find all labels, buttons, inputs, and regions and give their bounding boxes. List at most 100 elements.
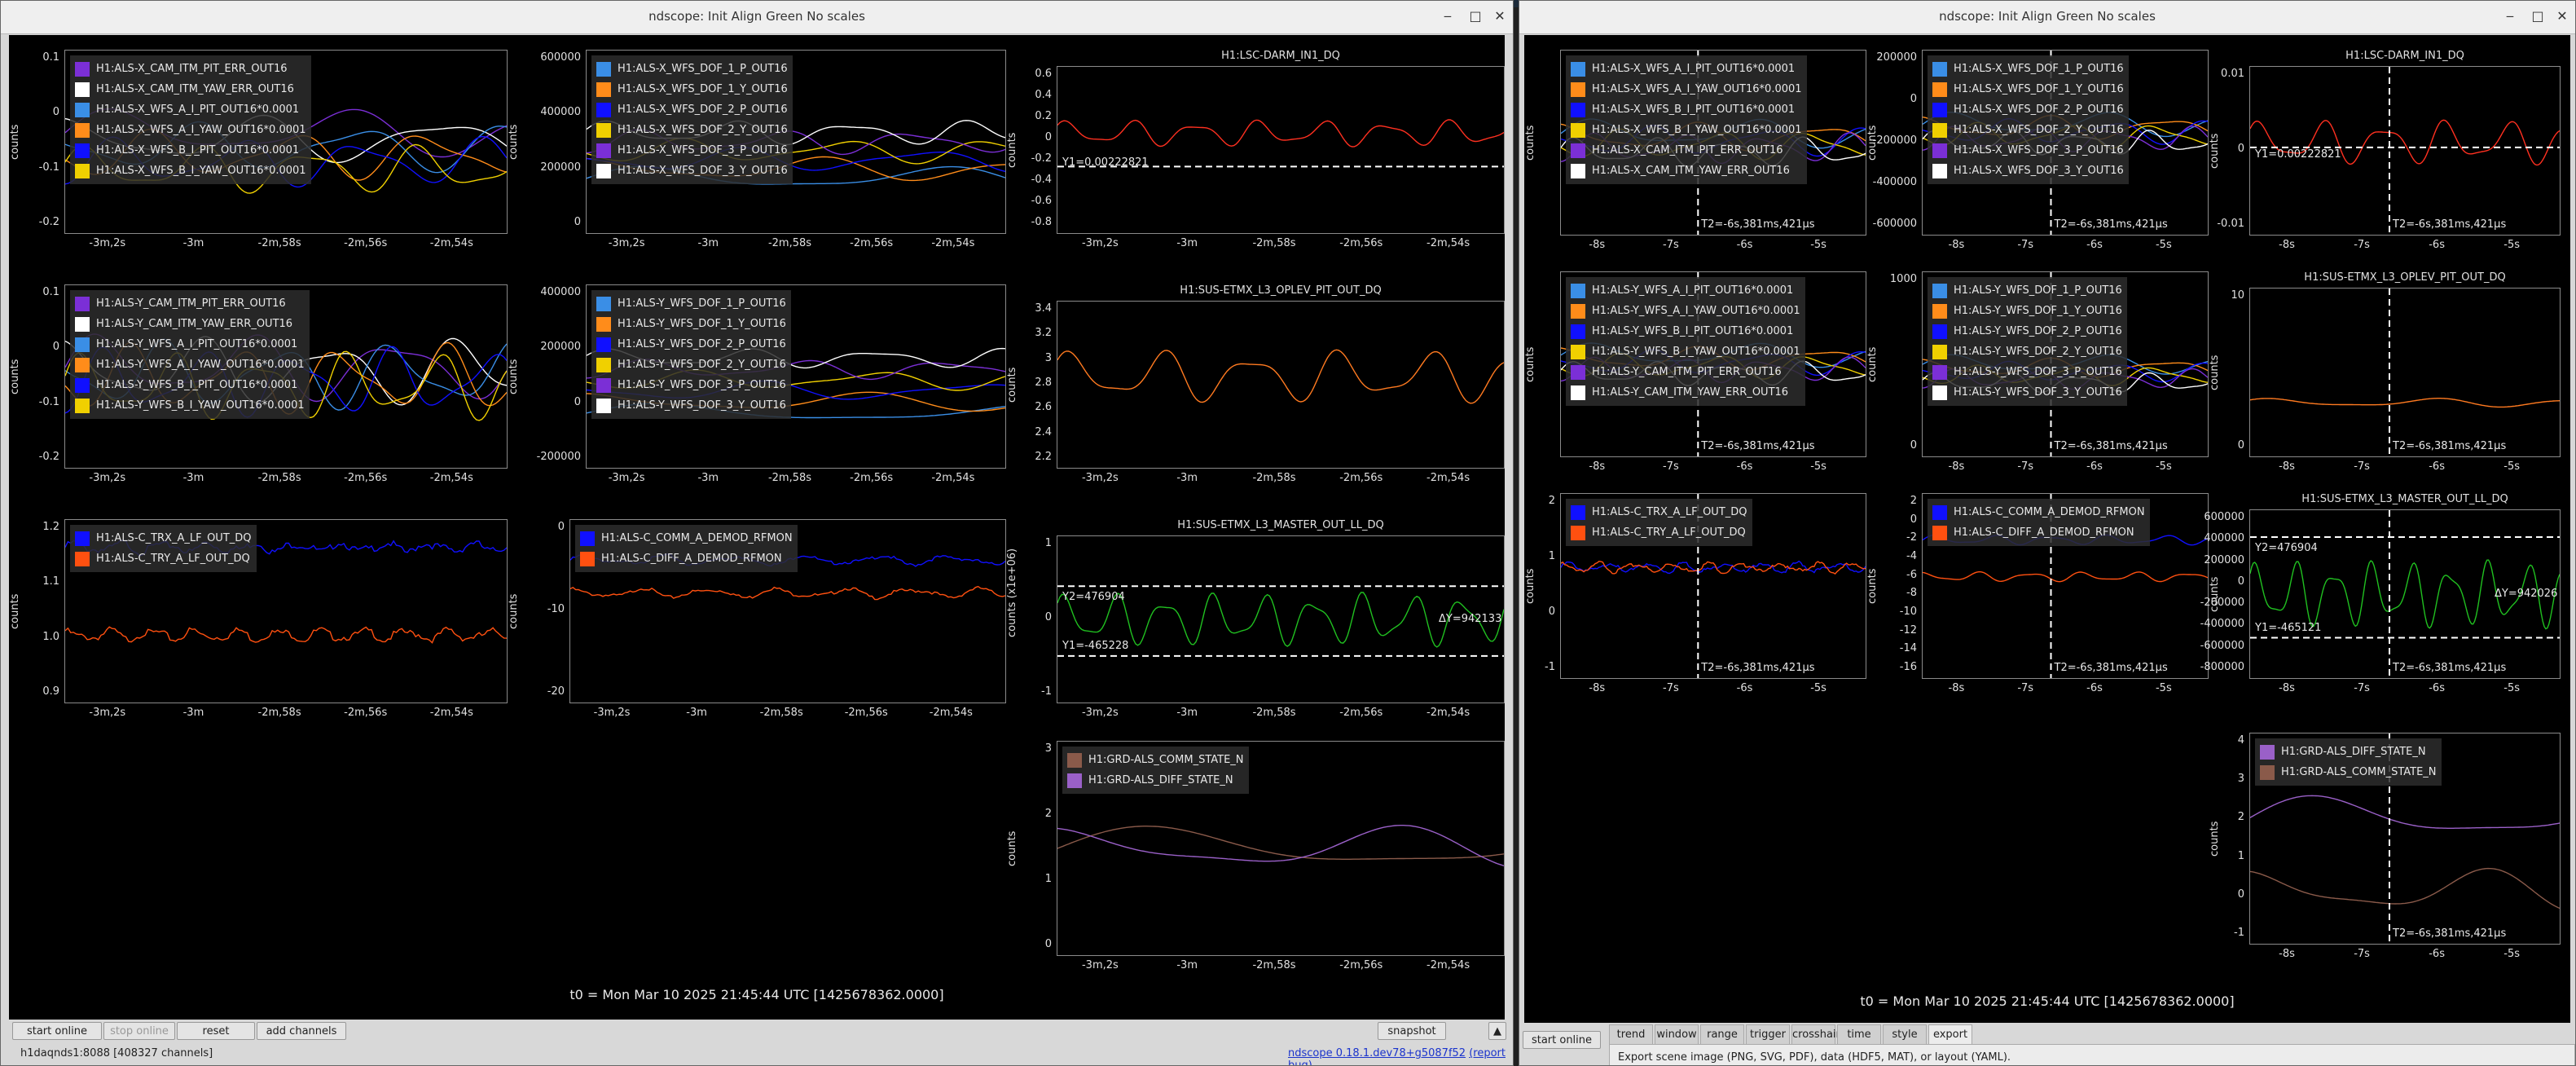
plot-area[interactable]: H1:ALS-C_COMM_A_DEMOD_RFMON H1:ALS-C_DIFF…: [569, 519, 1006, 703]
plot-area[interactable]: H1:ALS-X_CAM_ITM_PIT_ERR_OUT16 H1:ALS-X_C…: [64, 50, 508, 234]
legend-entry[interactable]: H1:ALS-Y_WFS_A_I_PIT_OUT16*0.0001: [75, 334, 305, 355]
legend-entry[interactable]: H1:ALS-C_TRY_A_LF_OUT_DQ: [75, 548, 252, 569]
legend-entry[interactable]: H1:ALS-X_WFS_DOF_3_Y_OUT16: [596, 161, 788, 181]
legend-entry[interactable]: H1:ALS-X_WFS_B_I_YAW_OUT16*0.0001: [75, 161, 306, 181]
legend-entry[interactable]: H1:ALS-X_WFS_DOF_1_Y_OUT16: [596, 79, 788, 99]
tab-crosshair[interactable]: crosshair: [1791, 1024, 1840, 1044]
legend-entry[interactable]: H1:ALS-X_CAM_ITM_YAW_ERR_OUT16: [1571, 161, 1802, 181]
maximize-icon[interactable]: □: [1467, 8, 1484, 24]
stop-online-button[interactable]: stop online: [103, 1022, 175, 1040]
legend-entry[interactable]: H1:ALS-C_TRX_A_LF_OUT_DQ: [1571, 502, 1747, 522]
tab-style[interactable]: style: [1883, 1024, 1927, 1044]
legend-entry[interactable]: H1:ALS-Y_WFS_DOF_2_Y_OUT16: [1932, 341, 2122, 362]
tab-range[interactable]: range: [1700, 1024, 1744, 1044]
version-link[interactable]: ndscope 0.18.1.dev78+g5087f52: [1288, 1047, 1466, 1059]
legend-entry[interactable]: H1:ALS-Y_WFS_DOF_3_P_OUT16: [596, 375, 786, 395]
tab-trigger[interactable]: trigger: [1746, 1024, 1790, 1044]
legend-entry[interactable]: H1:ALS-Y_WFS_DOF_1_Y_OUT16: [1932, 301, 2122, 321]
legend-entry[interactable]: H1:ALS-C_TRX_A_LF_OUT_DQ: [75, 528, 252, 548]
legend-entry[interactable]: H1:ALS-Y_WFS_DOF_2_P_OUT16: [1932, 321, 2122, 341]
tab-time-axis[interactable]: time axis: [1837, 1024, 1881, 1060]
legend-entry[interactable]: H1:ALS-X_WFS_DOF_1_P_OUT16: [1932, 59, 2124, 79]
legend-entry[interactable]: H1:ALS-Y_CAM_ITM_YAW_ERR_OUT16: [1571, 382, 1800, 403]
legend-entry[interactable]: H1:ALS-X_WFS_DOF_2_Y_OUT16: [596, 120, 788, 140]
legend-entry[interactable]: H1:ALS-Y_WFS_A_I_PIT_OUT16*0.0001: [1571, 280, 1800, 301]
legend-entry[interactable]: H1:ALS-C_DIFF_A_DEMOD_RFMON: [580, 548, 793, 569]
legend-entry[interactable]: H1:ALS-Y_WFS_DOF_2_Y_OUT16: [596, 355, 786, 375]
legend-entry[interactable]: H1:ALS-Y_WFS_DOF_3_P_OUT16: [1932, 362, 2122, 382]
plot-area[interactable]: H1:ALS-Y_WFS_DOF_1_P_OUT16 H1:ALS-Y_WFS_D…: [586, 284, 1006, 469]
expand-panel-icon[interactable]: ▲: [1488, 1022, 1506, 1040]
legend-entry[interactable]: H1:ALS-Y_WFS_DOF_3_Y_OUT16: [596, 395, 786, 416]
plot-area[interactable]: H1:GRD-ALS_DIFF_STATE_N H1:GRD-ALS_COMM_S…: [2249, 733, 2561, 945]
plot-area[interactable]: Y1=0.00222821 T2=-6s,381ms,421μs: [2249, 66, 2561, 236]
plot-area[interactable]: T2=-6s,381ms,421μs: [2249, 288, 2561, 457]
plot-area[interactable]: H1:ALS-C_TRX_A_LF_OUT_DQ H1:ALS-C_TRY_A_L…: [1560, 493, 1866, 679]
plot-area[interactable]: Y1=0.00222821: [1057, 66, 1505, 234]
plot-area[interactable]: Y2=476904 Y1=-465228 ΔY=942133: [1057, 535, 1505, 703]
legend-entry[interactable]: H1:ALS-C_COMM_A_DEMOD_RFMON: [1932, 502, 2145, 522]
legend-entry[interactable]: H1:ALS-C_COMM_A_DEMOD_RFMON: [580, 528, 793, 548]
plot-area[interactable]: H1:ALS-Y_WFS_A_I_PIT_OUT16*0.0001 H1:ALS-…: [1560, 271, 1866, 457]
legend-entry[interactable]: H1:ALS-X_WFS_DOF_3_P_OUT16: [1932, 140, 2124, 161]
start-online-button[interactable]: start online: [12, 1022, 102, 1040]
legend-entry[interactable]: H1:ALS-X_WFS_A_I_PIT_OUT16*0.0001: [1571, 59, 1802, 79]
plot-area[interactable]: H1:ALS-X_WFS_A_I_PIT_OUT16*0.0001 H1:ALS-…: [1560, 50, 1866, 236]
reset-button[interactable]: reset: [177, 1022, 255, 1040]
start-online-button[interactable]: start online: [1523, 1031, 1601, 1049]
plot-area[interactable]: H1:ALS-X_WFS_DOF_1_P_OUT16 H1:ALS-X_WFS_D…: [586, 50, 1006, 234]
minimize-icon[interactable]: ‒: [2502, 8, 2518, 24]
plot-area[interactable]: H1:ALS-Y_WFS_DOF_1_P_OUT16 H1:ALS-Y_WFS_D…: [1922, 271, 2209, 457]
legend-entry[interactable]: H1:ALS-Y_CAM_ITM_PIT_ERR_OUT16: [1571, 362, 1800, 382]
minimize-icon[interactable]: ‒: [1440, 8, 1456, 24]
legend-entry[interactable]: H1:ALS-Y_WFS_B_I_YAW_OUT16*0.0001: [1571, 341, 1800, 362]
legend-entry[interactable]: H1:GRD-ALS_COMM_STATE_N: [1067, 750, 1244, 770]
legend-entry[interactable]: H1:ALS-X_CAM_ITM_YAW_ERR_OUT16: [75, 79, 306, 99]
maximize-icon[interactable]: □: [2530, 8, 2546, 24]
close-icon[interactable]: ✕: [2554, 8, 2570, 24]
legend-entry[interactable]: H1:ALS-Y_WFS_B_I_YAW_OUT16*0.0001: [75, 395, 305, 416]
legend-entry[interactable]: H1:ALS-Y_WFS_DOF_1_Y_OUT16: [596, 314, 786, 334]
add-channels-button[interactable]: add channels: [257, 1022, 346, 1040]
tab-trend[interactable]: trend: [1609, 1024, 1653, 1044]
close-icon[interactable]: ✕: [1492, 8, 1508, 24]
plot-area[interactable]: Y2=476904 Y1=-465121 ΔY=942026 T2=-6s,381ms…: [2249, 509, 2561, 679]
legend-entry[interactable]: H1:ALS-Y_CAM_ITM_PIT_ERR_OUT16: [75, 293, 305, 314]
legend-entry[interactable]: H1:ALS-X_WFS_A_I_PIT_OUT16*0.0001: [75, 99, 306, 120]
legend-entry[interactable]: H1:ALS-Y_WFS_A_I_YAW_OUT16*0.0001: [75, 355, 305, 375]
legend-entry[interactable]: H1:ALS-C_TRY_A_LF_OUT_DQ: [1571, 522, 1747, 543]
legend-entry[interactable]: H1:ALS-X_WFS_DOF_1_P_OUT16: [596, 59, 788, 79]
legend-entry[interactable]: H1:ALS-X_WFS_B_I_PIT_OUT16*0.0001: [1571, 99, 1802, 120]
plot-area[interactable]: H1:GRD-ALS_COMM_STATE_N H1:GRD-ALS_DIFF_S…: [1057, 741, 1505, 956]
legend-entry[interactable]: H1:ALS-Y_CAM_ITM_YAW_ERR_OUT16: [75, 314, 305, 334]
legend-entry[interactable]: H1:ALS-Y_WFS_A_I_YAW_OUT16*0.0001: [1571, 301, 1800, 321]
legend-entry[interactable]: H1:ALS-X_CAM_ITM_PIT_ERR_OUT16: [75, 59, 306, 79]
plot-area[interactable]: [1057, 301, 1505, 469]
legend-entry[interactable]: H1:ALS-Y_WFS_DOF_1_P_OUT16: [1932, 280, 2122, 301]
legend-entry[interactable]: H1:ALS-C_DIFF_A_DEMOD_RFMON: [1932, 522, 2145, 543]
legend-entry[interactable]: H1:ALS-X_WFS_DOF_1_Y_OUT16: [1932, 79, 2124, 99]
plot-area[interactable]: H1:ALS-Y_CAM_ITM_PIT_ERR_OUT16 H1:ALS-Y_C…: [64, 284, 508, 469]
legend-entry[interactable]: H1:ALS-X_WFS_DOF_3_P_OUT16: [596, 140, 788, 161]
legend-entry[interactable]: H1:GRD-ALS_DIFF_STATE_N: [2260, 742, 2437, 762]
plot-area[interactable]: H1:ALS-X_WFS_DOF_1_P_OUT16 H1:ALS-X_WFS_D…: [1922, 50, 2209, 236]
snapshot-button[interactable]: snapshot: [1378, 1022, 1446, 1040]
legend-entry[interactable]: H1:ALS-X_WFS_DOF_2_P_OUT16: [1932, 99, 2124, 120]
legend-entry[interactable]: H1:ALS-X_WFS_DOF_3_Y_OUT16: [1932, 161, 2124, 181]
legend-entry[interactable]: H1:ALS-Y_WFS_DOF_2_P_OUT16: [596, 334, 786, 355]
legend-entry[interactable]: H1:ALS-X_WFS_B_I_YAW_OUT16*0.0001: [1571, 120, 1802, 140]
plot-area[interactable]: H1:ALS-C_TRX_A_LF_OUT_DQ H1:ALS-C_TRY_A_L…: [64, 519, 508, 703]
legend-entry[interactable]: H1:GRD-ALS_COMM_STATE_N: [2260, 762, 2437, 782]
plot-area[interactable]: H1:ALS-C_COMM_A_DEMOD_RFMON H1:ALS-C_DIFF…: [1922, 493, 2209, 679]
legend-entry[interactable]: H1:ALS-Y_WFS_B_I_PIT_OUT16*0.0001: [1571, 321, 1800, 341]
tab-export[interactable]: export: [1928, 1024, 1972, 1044]
legend-entry[interactable]: H1:ALS-Y_WFS_DOF_3_Y_OUT16: [1932, 382, 2122, 403]
legend-entry[interactable]: H1:ALS-X_CAM_ITM_PIT_ERR_OUT16: [1571, 140, 1802, 161]
legend-entry[interactable]: H1:ALS-Y_WFS_DOF_1_P_OUT16: [596, 293, 786, 314]
legend-entry[interactable]: H1:ALS-X_WFS_A_I_YAW_OUT16*0.0001: [1571, 79, 1802, 99]
legend-entry[interactable]: H1:ALS-X_WFS_DOF_2_P_OUT16: [596, 99, 788, 120]
legend-entry[interactable]: H1:GRD-ALS_DIFF_STATE_N: [1067, 770, 1244, 791]
legend-entry[interactable]: H1:ALS-X_WFS_DOF_2_Y_OUT16: [1932, 120, 2124, 140]
legend-entry[interactable]: H1:ALS-X_WFS_B_I_PIT_OUT16*0.0001: [75, 140, 306, 161]
legend-entry[interactable]: H1:ALS-X_WFS_A_I_YAW_OUT16*0.0001: [75, 120, 306, 140]
